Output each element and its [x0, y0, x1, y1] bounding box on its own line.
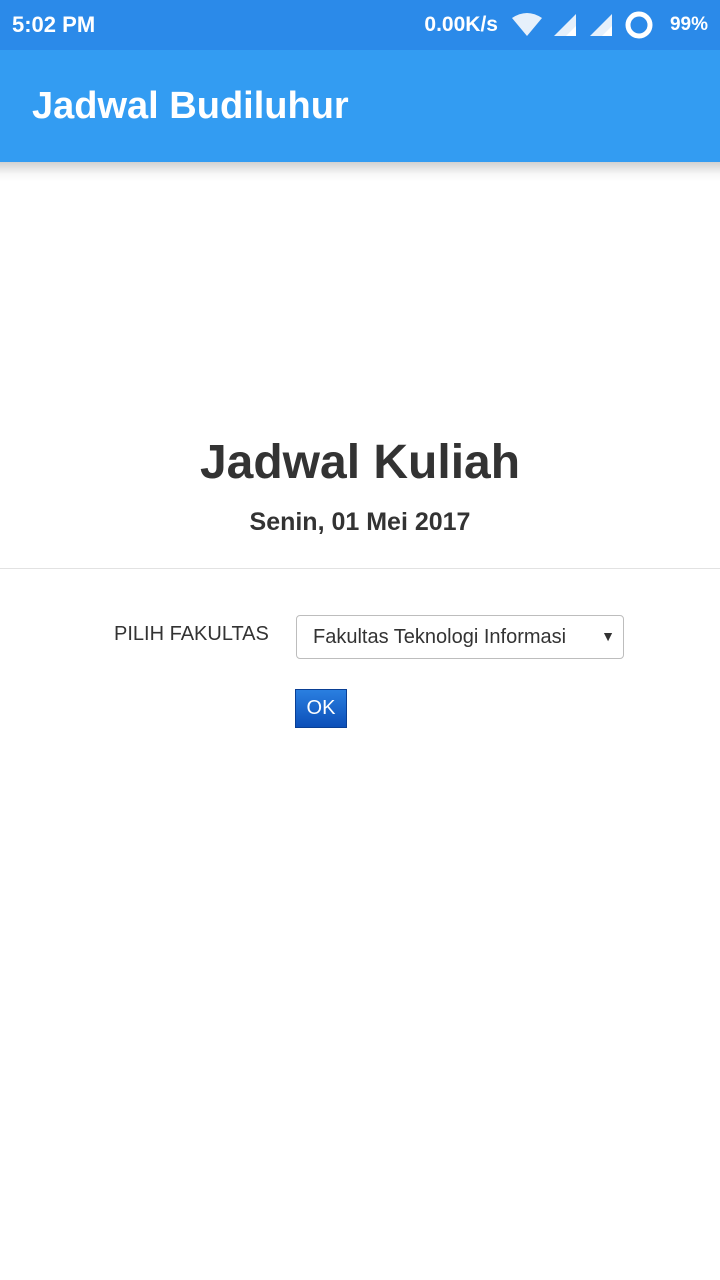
page-title: Jadwal Kuliah	[199, 436, 521, 489]
faculty-selected-value: Fakultas Teknologi Informasi	[313, 625, 567, 648]
status-right: 0.00K/s 99%	[424, 10, 708, 40]
status-bar: 5:02 PM 0.00K/s 99%	[0, 0, 720, 50]
status-time: 5:02 PM	[12, 12, 96, 37]
signal-icon	[552, 13, 578, 37]
wifi-icon	[511, 13, 542, 37]
divider	[0, 568, 720, 569]
app-bar: Jadwal Budiluhur	[0, 50, 720, 162]
app-bar-shadow	[0, 162, 720, 182]
faculty-select[interactable]: Fakultas Teknologi Informasi ▼	[296, 615, 624, 659]
signal-icon	[588, 13, 614, 37]
sync-ring-icon	[624, 10, 654, 40]
network-speed: 0.00K/s	[424, 13, 498, 36]
dropdown-arrow-icon: ▼	[601, 628, 615, 644]
app-title: Jadwal Budiluhur	[32, 84, 349, 127]
page-date: Senin, 01 Mei 2017	[249, 508, 471, 536]
battery-level: 99%	[669, 14, 708, 35]
ok-button[interactable]: OK	[295, 689, 347, 728]
faculty-label: PILIH FAKULTAS	[114, 623, 269, 645]
